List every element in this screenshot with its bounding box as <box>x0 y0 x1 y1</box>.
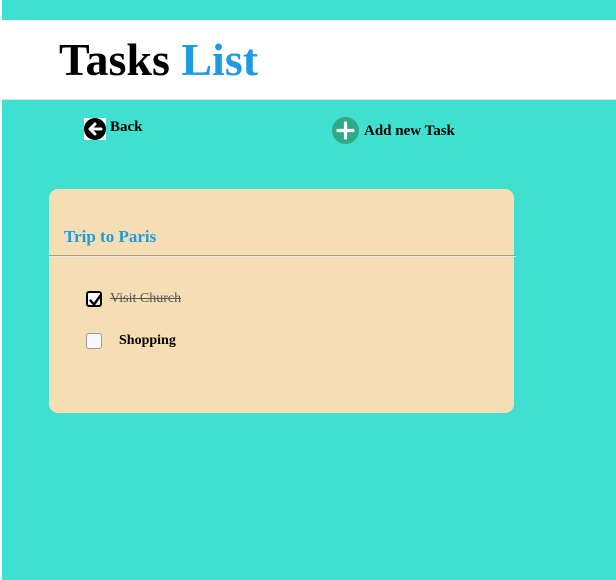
back-label: Back <box>110 118 143 135</box>
plus-circle-icon <box>332 117 359 144</box>
page-title: Tasks List <box>59 32 258 88</box>
checkmark-icon <box>89 294 102 306</box>
task-item: Shopping <box>86 333 176 349</box>
task-checkbox[interactable] <box>86 333 102 349</box>
task-item: Visit Church <box>86 291 181 307</box>
arrow-left-circle-icon <box>84 118 106 140</box>
task-list-card: Trip to Paris Visit Church Shopping <box>49 189 516 413</box>
task-label: Visit Church <box>110 291 182 306</box>
task-label: Shopping <box>119 333 176 348</box>
task-checkbox-checked[interactable] <box>86 291 102 307</box>
list-title: Trip to Paris <box>64 227 157 246</box>
header-bar: Tasks List <box>2 20 616 100</box>
add-new-task-button[interactable]: Add new Task <box>332 117 455 144</box>
add-new-task-label: Add new Task <box>364 122 455 139</box>
card-divider <box>49 255 516 257</box>
title-word-list: List <box>181 34 259 85</box>
title-word-tasks: Tasks <box>59 34 170 85</box>
back-button[interactable]: Back <box>84 118 143 140</box>
